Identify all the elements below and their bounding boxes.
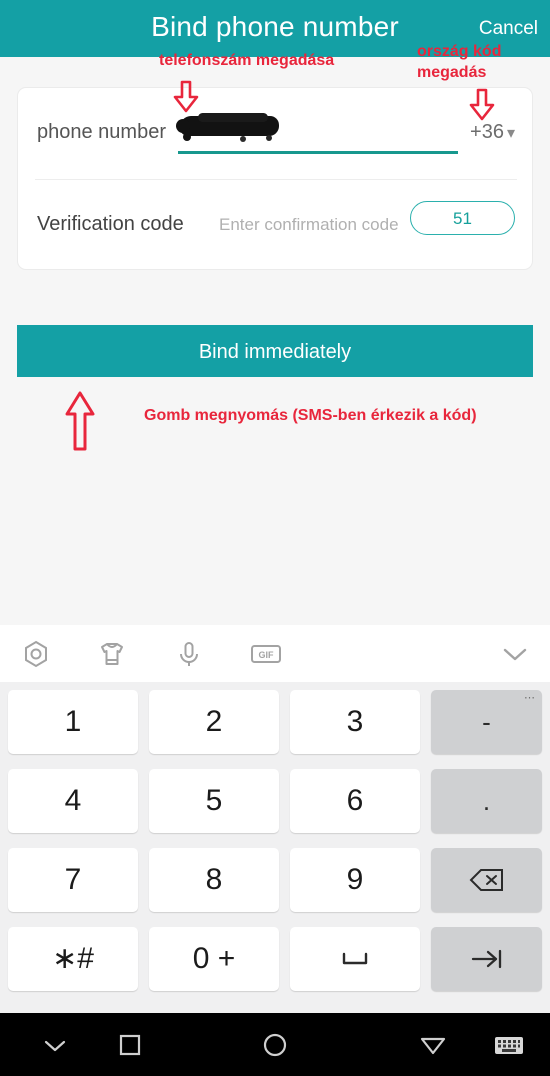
backspace-icon bbox=[431, 848, 542, 912]
key-3[interactable]: 3 bbox=[290, 690, 420, 754]
arrow-down-country-icon bbox=[468, 88, 496, 122]
key-next[interactable] bbox=[431, 927, 542, 991]
bind-immediately-button[interactable]: Bind immediately bbox=[17, 325, 533, 377]
arrow-down-phone-icon bbox=[172, 80, 200, 114]
key-0-plus[interactable]: 0 + bbox=[149, 927, 279, 991]
key-period[interactable]: . bbox=[431, 769, 542, 833]
key-backspace[interactable] bbox=[431, 848, 542, 912]
key-7[interactable]: 7 bbox=[8, 848, 138, 912]
keyboard-toolbar: GIF bbox=[0, 625, 550, 682]
verification-code-row: Verification code Enter confirmation cod… bbox=[18, 180, 534, 271]
annotation-press-hint: Gomb megnyomás (SMS-ben érkezik a kód) bbox=[144, 407, 477, 424]
annotation-phone-hint: telefonszám megadása bbox=[159, 52, 335, 69]
phone-number-input[interactable] bbox=[176, 110, 458, 154]
key-1[interactable]: 1 bbox=[8, 690, 138, 754]
soft-keyboard: GIF 1 2 3 ⋯ - 4 5 6 . 7 8 9 ∗# 0 + bbox=[0, 625, 550, 1013]
annotation-country-hint-line2: megadás bbox=[417, 64, 487, 81]
tshirt-theme-icon[interactable] bbox=[96, 638, 128, 670]
microphone-icon[interactable] bbox=[173, 638, 205, 670]
key-5[interactable]: 5 bbox=[149, 769, 279, 833]
hexagon-settings-icon[interactable] bbox=[20, 638, 52, 670]
phone-number-label: phone number bbox=[37, 121, 166, 143]
cancel-button[interactable]: Cancel bbox=[479, 18, 538, 40]
tab-next-icon bbox=[431, 927, 542, 991]
space-icon bbox=[290, 927, 420, 991]
collapse-keyboard-chevron-down-icon[interactable] bbox=[500, 642, 530, 671]
svg-text:GIF: GIF bbox=[259, 650, 275, 660]
verification-code-label: Verification code bbox=[37, 213, 184, 235]
chevron-down-icon: ▾ bbox=[506, 125, 515, 142]
nav-home-circle-icon[interactable] bbox=[220, 1013, 330, 1076]
key-4[interactable]: 4 bbox=[8, 769, 138, 833]
key-space[interactable] bbox=[290, 927, 420, 991]
nav-switch-keyboard-icon[interactable] bbox=[468, 1013, 550, 1076]
arrow-up-bind-icon bbox=[63, 390, 97, 452]
key-9[interactable]: 9 bbox=[290, 848, 420, 912]
key-star-hash[interactable]: ∗# bbox=[8, 927, 138, 991]
gif-icon[interactable]: GIF bbox=[249, 638, 281, 670]
form-card: phone number +36 ▾ Verification code Ente… bbox=[17, 87, 533, 270]
nav-recents-square-icon[interactable] bbox=[75, 1013, 185, 1076]
country-code-selector[interactable]: +36 ▾ bbox=[470, 121, 515, 144]
verification-code-input[interactable]: Enter confirmation code bbox=[219, 215, 399, 235]
country-code-value: +36 bbox=[470, 121, 504, 143]
key-8[interactable]: 8 bbox=[149, 848, 279, 912]
key-2[interactable]: 2 bbox=[149, 690, 279, 754]
annotation-country-hint-line1: ország kód bbox=[417, 43, 502, 60]
redacted-phone-number bbox=[176, 113, 279, 136]
resend-code-button[interactable]: 51 bbox=[410, 201, 515, 235]
key-dash[interactable]: ⋯ - bbox=[431, 690, 542, 754]
keypad: 1 2 3 ⋯ - 4 5 6 . 7 8 9 ∗# 0 + bbox=[0, 682, 550, 1013]
phone-input-underline bbox=[178, 151, 458, 154]
phone-number-row: phone number +36 ▾ bbox=[18, 88, 534, 179]
page-title: Bind phone number bbox=[151, 11, 399, 42]
key-6[interactable]: 6 bbox=[290, 769, 420, 833]
system-navigation-bar bbox=[0, 1013, 550, 1076]
annotation-country-hint: ország kód megadás bbox=[417, 41, 537, 83]
